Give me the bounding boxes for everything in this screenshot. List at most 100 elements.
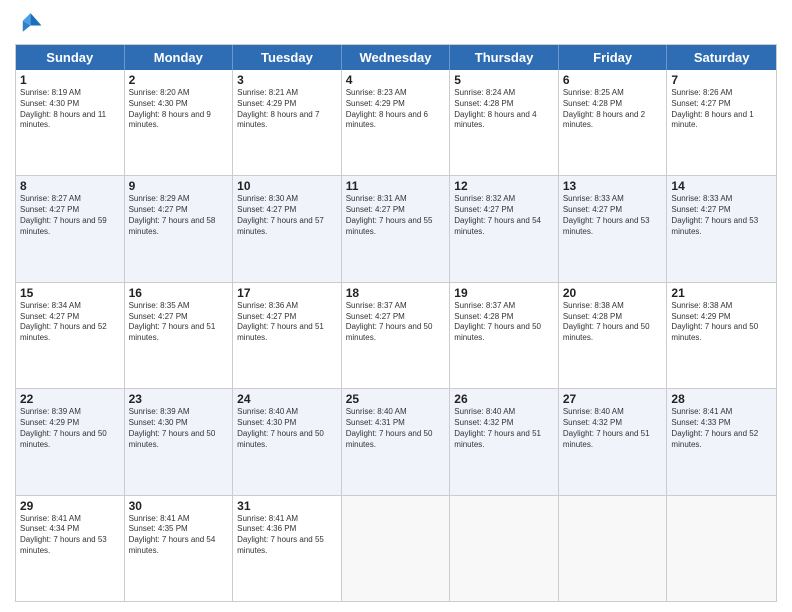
calendar-day-25: 25Sunrise: 8:40 AMSunset: 4:31 PMDayligh… bbox=[342, 389, 451, 494]
calendar-day-22: 22Sunrise: 8:39 AMSunset: 4:29 PMDayligh… bbox=[16, 389, 125, 494]
day-number: 8 bbox=[20, 179, 120, 193]
day-info: Sunrise: 8:32 AMSunset: 4:27 PMDaylight:… bbox=[454, 194, 554, 237]
day-number: 17 bbox=[237, 286, 337, 300]
calendar-week-2: 8Sunrise: 8:27 AMSunset: 4:27 PMDaylight… bbox=[16, 176, 776, 282]
day-info: Sunrise: 8:41 AMSunset: 4:35 PMDaylight:… bbox=[129, 514, 229, 557]
day-number: 22 bbox=[20, 392, 120, 406]
logo bbox=[15, 10, 47, 38]
day-number: 18 bbox=[346, 286, 446, 300]
day-info: Sunrise: 8:37 AMSunset: 4:27 PMDaylight:… bbox=[346, 301, 446, 344]
day-info: Sunrise: 8:36 AMSunset: 4:27 PMDaylight:… bbox=[237, 301, 337, 344]
calendar-day-6: 6Sunrise: 8:25 AMSunset: 4:28 PMDaylight… bbox=[559, 70, 668, 175]
calendar-day-7: 7Sunrise: 8:26 AMSunset: 4:27 PMDaylight… bbox=[667, 70, 776, 175]
day-number: 11 bbox=[346, 179, 446, 193]
day-number: 20 bbox=[563, 286, 663, 300]
calendar-week-3: 15Sunrise: 8:34 AMSunset: 4:27 PMDayligh… bbox=[16, 283, 776, 389]
calendar-day-13: 13Sunrise: 8:33 AMSunset: 4:27 PMDayligh… bbox=[559, 176, 668, 281]
calendar-day-5: 5Sunrise: 8:24 AMSunset: 4:28 PMDaylight… bbox=[450, 70, 559, 175]
day-number: 28 bbox=[671, 392, 772, 406]
day-info: Sunrise: 8:38 AMSunset: 4:28 PMDaylight:… bbox=[563, 301, 663, 344]
day-info: Sunrise: 8:41 AMSunset: 4:36 PMDaylight:… bbox=[237, 514, 337, 557]
day-number: 16 bbox=[129, 286, 229, 300]
calendar-day-26: 26Sunrise: 8:40 AMSunset: 4:32 PMDayligh… bbox=[450, 389, 559, 494]
calendar-day-21: 21Sunrise: 8:38 AMSunset: 4:29 PMDayligh… bbox=[667, 283, 776, 388]
day-number: 23 bbox=[129, 392, 229, 406]
calendar-day-3: 3Sunrise: 8:21 AMSunset: 4:29 PMDaylight… bbox=[233, 70, 342, 175]
calendar-day-11: 11Sunrise: 8:31 AMSunset: 4:27 PMDayligh… bbox=[342, 176, 451, 281]
day-info: Sunrise: 8:41 AMSunset: 4:34 PMDaylight:… bbox=[20, 514, 120, 557]
calendar-week-5: 29Sunrise: 8:41 AMSunset: 4:34 PMDayligh… bbox=[16, 496, 776, 601]
calendar-body: 1Sunrise: 8:19 AMSunset: 4:30 PMDaylight… bbox=[16, 70, 776, 601]
day-info: Sunrise: 8:39 AMSunset: 4:30 PMDaylight:… bbox=[129, 407, 229, 450]
day-info: Sunrise: 8:40 AMSunset: 4:30 PMDaylight:… bbox=[237, 407, 337, 450]
header bbox=[15, 10, 777, 38]
day-info: Sunrise: 8:40 AMSunset: 4:32 PMDaylight:… bbox=[454, 407, 554, 450]
calendar-day-19: 19Sunrise: 8:37 AMSunset: 4:28 PMDayligh… bbox=[450, 283, 559, 388]
day-number: 27 bbox=[563, 392, 663, 406]
calendar-week-4: 22Sunrise: 8:39 AMSunset: 4:29 PMDayligh… bbox=[16, 389, 776, 495]
calendar-day-4: 4Sunrise: 8:23 AMSunset: 4:29 PMDaylight… bbox=[342, 70, 451, 175]
day-number: 13 bbox=[563, 179, 663, 193]
day-info: Sunrise: 8:33 AMSunset: 4:27 PMDaylight:… bbox=[671, 194, 772, 237]
day-info: Sunrise: 8:31 AMSunset: 4:27 PMDaylight:… bbox=[346, 194, 446, 237]
day-number: 6 bbox=[563, 73, 663, 87]
calendar-day-23: 23Sunrise: 8:39 AMSunset: 4:30 PMDayligh… bbox=[125, 389, 234, 494]
header-day-saturday: Saturday bbox=[667, 45, 776, 70]
calendar-day-16: 16Sunrise: 8:35 AMSunset: 4:27 PMDayligh… bbox=[125, 283, 234, 388]
calendar-day-12: 12Sunrise: 8:32 AMSunset: 4:27 PMDayligh… bbox=[450, 176, 559, 281]
calendar-empty-cell bbox=[450, 496, 559, 601]
day-number: 3 bbox=[237, 73, 337, 87]
header-day-thursday: Thursday bbox=[450, 45, 559, 70]
day-number: 26 bbox=[454, 392, 554, 406]
day-info: Sunrise: 8:41 AMSunset: 4:33 PMDaylight:… bbox=[671, 407, 772, 450]
day-number: 2 bbox=[129, 73, 229, 87]
day-info: Sunrise: 8:40 AMSunset: 4:32 PMDaylight:… bbox=[563, 407, 663, 450]
calendar-day-2: 2Sunrise: 8:20 AMSunset: 4:30 PMDaylight… bbox=[125, 70, 234, 175]
calendar-day-17: 17Sunrise: 8:36 AMSunset: 4:27 PMDayligh… bbox=[233, 283, 342, 388]
day-info: Sunrise: 8:29 AMSunset: 4:27 PMDaylight:… bbox=[129, 194, 229, 237]
calendar-day-20: 20Sunrise: 8:38 AMSunset: 4:28 PMDayligh… bbox=[559, 283, 668, 388]
day-info: Sunrise: 8:33 AMSunset: 4:27 PMDaylight:… bbox=[563, 194, 663, 237]
page: SundayMondayTuesdayWednesdayThursdayFrid… bbox=[0, 0, 792, 612]
day-info: Sunrise: 8:25 AMSunset: 4:28 PMDaylight:… bbox=[563, 88, 663, 131]
calendar-header: SundayMondayTuesdayWednesdayThursdayFrid… bbox=[16, 45, 776, 70]
day-number: 25 bbox=[346, 392, 446, 406]
day-info: Sunrise: 8:26 AMSunset: 4:27 PMDaylight:… bbox=[671, 88, 772, 131]
day-number: 15 bbox=[20, 286, 120, 300]
day-info: Sunrise: 8:24 AMSunset: 4:28 PMDaylight:… bbox=[454, 88, 554, 131]
calendar-day-14: 14Sunrise: 8:33 AMSunset: 4:27 PMDayligh… bbox=[667, 176, 776, 281]
header-day-friday: Friday bbox=[559, 45, 668, 70]
calendar-day-9: 9Sunrise: 8:29 AMSunset: 4:27 PMDaylight… bbox=[125, 176, 234, 281]
day-info: Sunrise: 8:30 AMSunset: 4:27 PMDaylight:… bbox=[237, 194, 337, 237]
day-info: Sunrise: 8:19 AMSunset: 4:30 PMDaylight:… bbox=[20, 88, 120, 131]
calendar-day-18: 18Sunrise: 8:37 AMSunset: 4:27 PMDayligh… bbox=[342, 283, 451, 388]
day-info: Sunrise: 8:27 AMSunset: 4:27 PMDaylight:… bbox=[20, 194, 120, 237]
day-number: 5 bbox=[454, 73, 554, 87]
calendar-week-1: 1Sunrise: 8:19 AMSunset: 4:30 PMDaylight… bbox=[16, 70, 776, 176]
day-info: Sunrise: 8:38 AMSunset: 4:29 PMDaylight:… bbox=[671, 301, 772, 344]
calendar-day-31: 31Sunrise: 8:41 AMSunset: 4:36 PMDayligh… bbox=[233, 496, 342, 601]
calendar-day-29: 29Sunrise: 8:41 AMSunset: 4:34 PMDayligh… bbox=[16, 496, 125, 601]
day-info: Sunrise: 8:37 AMSunset: 4:28 PMDaylight:… bbox=[454, 301, 554, 344]
day-info: Sunrise: 8:40 AMSunset: 4:31 PMDaylight:… bbox=[346, 407, 446, 450]
calendar-day-30: 30Sunrise: 8:41 AMSunset: 4:35 PMDayligh… bbox=[125, 496, 234, 601]
day-number: 7 bbox=[671, 73, 772, 87]
day-number: 31 bbox=[237, 499, 337, 513]
header-day-monday: Monday bbox=[125, 45, 234, 70]
day-number: 14 bbox=[671, 179, 772, 193]
calendar-day-28: 28Sunrise: 8:41 AMSunset: 4:33 PMDayligh… bbox=[667, 389, 776, 494]
calendar-day-1: 1Sunrise: 8:19 AMSunset: 4:30 PMDaylight… bbox=[16, 70, 125, 175]
day-number: 12 bbox=[454, 179, 554, 193]
header-day-tuesday: Tuesday bbox=[233, 45, 342, 70]
day-number: 24 bbox=[237, 392, 337, 406]
day-number: 9 bbox=[129, 179, 229, 193]
calendar-empty-cell bbox=[342, 496, 451, 601]
day-info: Sunrise: 8:34 AMSunset: 4:27 PMDaylight:… bbox=[20, 301, 120, 344]
calendar-day-24: 24Sunrise: 8:40 AMSunset: 4:30 PMDayligh… bbox=[233, 389, 342, 494]
day-info: Sunrise: 8:35 AMSunset: 4:27 PMDaylight:… bbox=[129, 301, 229, 344]
day-number: 19 bbox=[454, 286, 554, 300]
header-day-wednesday: Wednesday bbox=[342, 45, 451, 70]
day-number: 4 bbox=[346, 73, 446, 87]
day-number: 29 bbox=[20, 499, 120, 513]
calendar: SundayMondayTuesdayWednesdayThursdayFrid… bbox=[15, 44, 777, 602]
